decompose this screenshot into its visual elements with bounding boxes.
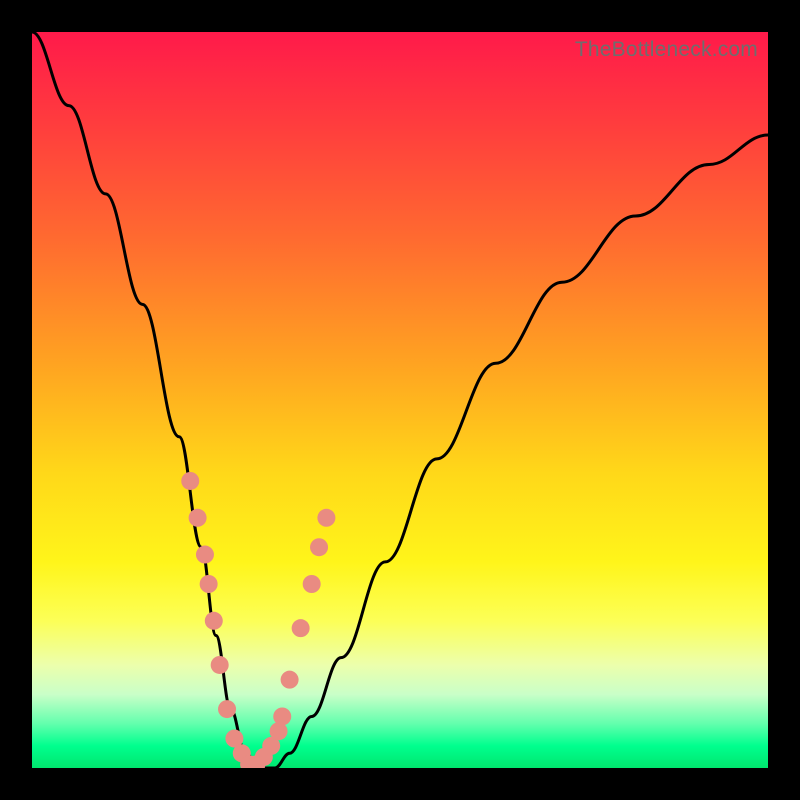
highlight-dot — [292, 619, 310, 637]
plot-area: TheBottleneck.com — [32, 32, 768, 768]
highlight-dot — [281, 671, 299, 689]
highlight-dot — [200, 575, 218, 593]
highlight-dot — [181, 472, 199, 490]
highlight-dot — [303, 575, 321, 593]
highlight-dot — [317, 509, 335, 527]
chart-frame: TheBottleneck.com — [0, 0, 800, 800]
highlight-dot — [310, 538, 328, 556]
highlight-dot — [218, 700, 236, 718]
highlight-dot — [196, 546, 214, 564]
highlight-dot — [211, 656, 229, 674]
bottleneck-curve — [32, 32, 768, 768]
highlight-dot — [189, 509, 207, 527]
highlight-dot — [205, 612, 223, 630]
highlight-dot — [273, 707, 291, 725]
